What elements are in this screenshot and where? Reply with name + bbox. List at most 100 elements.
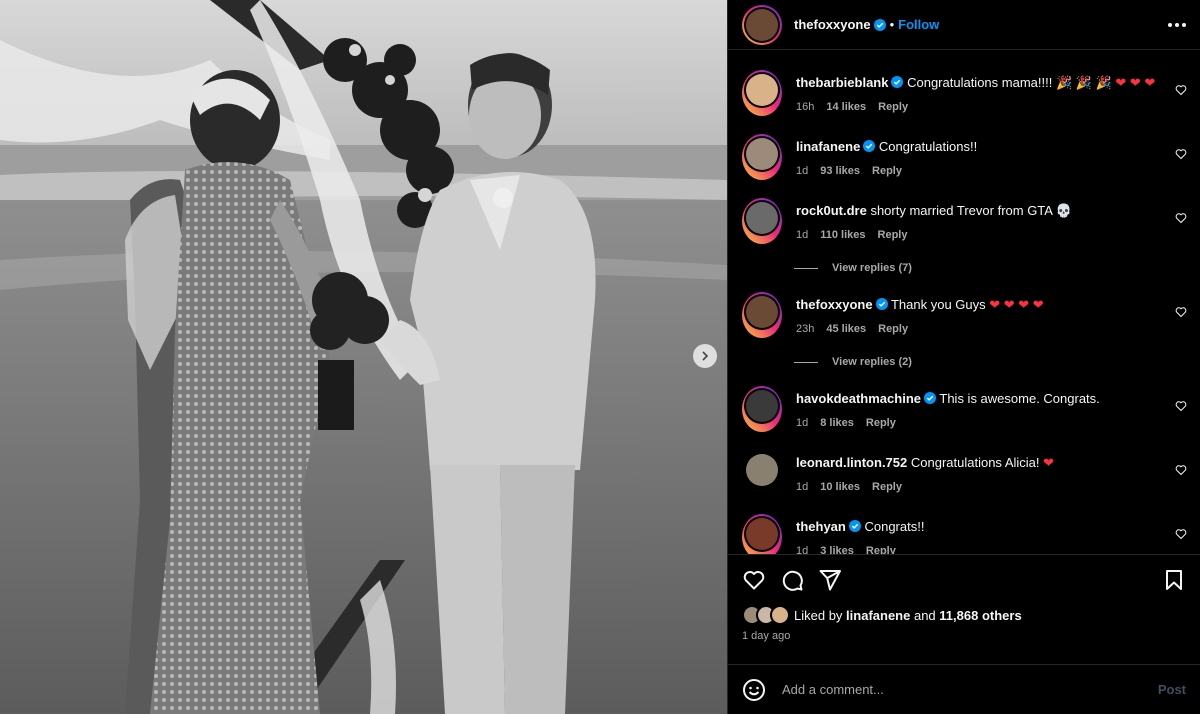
verified-badge-icon [891, 76, 904, 88]
comment-text: Congratulations mama!!!! 🎉 🎉 🎉 [907, 75, 1112, 90]
comment-avatar-ring[interactable] [742, 292, 782, 338]
reply-button[interactable]: Reply [878, 320, 908, 338]
comment-item: thefoxxyone Thank you Guys ❤ ❤ ❤ ❤ 23h 45… [742, 292, 1200, 338]
emoji-smiley-icon[interactable] [742, 678, 766, 702]
add-comment-bar: Post [728, 664, 1200, 714]
wedding-photo-illustration [0, 0, 727, 714]
comment-likes[interactable]: 110 likes [820, 226, 865, 244]
comment-username[interactable]: rock0ut.dre [796, 203, 867, 218]
comment-likes[interactable]: 10 likes [820, 478, 860, 496]
view-replies-label[interactable]: View replies (2) [832, 356, 912, 368]
avatar[interactable] [746, 390, 778, 422]
avatar[interactable] [746, 454, 778, 486]
like-comment-heart-icon[interactable] [1175, 212, 1187, 224]
comment-item: thehyan Congrats!! 1d 3 likes Reply [742, 514, 1200, 554]
replies-divider [794, 361, 818, 363]
comment-likes[interactable]: 93 likes [820, 162, 860, 180]
comment-username[interactable]: thehyan [796, 519, 846, 534]
comment-avatar-ring[interactable] [742, 70, 782, 116]
view-replies-button[interactable]: View replies (2) [794, 356, 1200, 368]
comment-likes[interactable]: 3 likes [820, 542, 854, 554]
comment-likes[interactable]: 8 likes [820, 414, 854, 432]
comment-time[interactable]: 1d [796, 542, 808, 554]
heart-emojis: ❤ ❤ ❤ [1115, 75, 1156, 90]
verified-badge-icon [863, 140, 876, 152]
chevron-right-icon [702, 351, 709, 361]
reply-button[interactable]: Reply [878, 98, 908, 116]
comment-username[interactable]: thebarbieblank [796, 75, 888, 90]
view-replies-button[interactable]: View replies (7) [794, 262, 1200, 274]
avatar[interactable] [746, 138, 778, 170]
comment-time[interactable]: 1d [796, 162, 808, 180]
comment-text: Congratulations!! [878, 139, 978, 154]
comment-bubble-icon[interactable] [780, 568, 804, 592]
reply-button[interactable]: Reply [872, 478, 902, 496]
reply-button[interactable]: Reply [866, 542, 896, 554]
comment-username[interactable]: havokdeathmachine [796, 391, 921, 406]
follow-button[interactable]: Follow [898, 17, 939, 32]
comment-text: Congratulations Alicia! [910, 455, 1040, 470]
likes-summary: Liked by linafanene and 11,868 others [728, 604, 1200, 626]
comment-item: rock0ut.dre shorty married Trevor from G… [742, 198, 1200, 244]
author-avatar-ring[interactable] [742, 4, 782, 45]
post-date[interactable]: 1 day ago [728, 626, 1200, 650]
avatar[interactable] [746, 74, 778, 106]
post-photo[interactable] [0, 0, 727, 714]
comment-likes[interactable]: 45 likes [826, 320, 866, 338]
comment-avatar-ring[interactable] [742, 386, 782, 432]
like-comment-heart-icon[interactable] [1175, 400, 1187, 412]
avatar[interactable] [746, 202, 778, 234]
avatar[interactable] [770, 605, 790, 625]
liked-by-joiner: and [913, 607, 936, 623]
avatar[interactable] [746, 518, 778, 550]
author-avatar[interactable] [746, 8, 778, 41]
like-comment-heart-icon[interactable] [1175, 84, 1187, 96]
liker-avatars[interactable] [742, 605, 790, 625]
comment-avatar-ring[interactable] [742, 198, 782, 244]
comment-time[interactable]: 1d [796, 478, 808, 496]
post-header: thefoxxyone • Follow [728, 0, 1200, 50]
view-replies-label[interactable]: View replies (7) [832, 262, 912, 274]
instagram-post-modal: thefoxxyone • Follow thebarbieblank Cong… [0, 0, 1200, 714]
like-comment-heart-icon[interactable] [1175, 306, 1187, 318]
comment-avatar-wrap[interactable] [742, 450, 782, 496]
more-options-dot [1175, 22, 1179, 27]
more-options-icon [1168, 22, 1172, 27]
replies-divider [794, 267, 818, 269]
comment-input[interactable] [782, 682, 1158, 697]
reply-button[interactable]: Reply [866, 414, 896, 432]
reply-button[interactable]: Reply [872, 162, 902, 180]
avatar[interactable] [746, 296, 778, 328]
post-comment-button[interactable]: Post [1158, 682, 1186, 697]
comment-time[interactable]: 1d [796, 414, 808, 432]
comment-avatar-ring[interactable] [742, 134, 782, 180]
comments-list[interactable]: thebarbieblank Congratulations mama!!!! … [728, 50, 1200, 554]
reply-button[interactable]: Reply [878, 226, 908, 244]
like-comment-heart-icon[interactable] [1175, 528, 1187, 540]
post-side-panel: thefoxxyone • Follow thebarbieblank Cong… [727, 0, 1200, 714]
comment-time[interactable]: 16h [796, 98, 814, 116]
like-heart-icon[interactable] [742, 568, 766, 592]
like-comment-heart-icon[interactable] [1175, 464, 1187, 476]
comment-username[interactable]: thefoxxyone [796, 297, 873, 312]
comment-avatar-ring[interactable] [742, 514, 782, 554]
liked-by-user[interactable]: linafanene [846, 608, 910, 623]
comment-text: shorty married Trevor from GTA 💀 [870, 203, 1073, 218]
comment-likes[interactable]: 14 likes [826, 98, 866, 116]
comment-username[interactable]: leonard.linton.752 [796, 455, 907, 470]
comment-time[interactable]: 1d [796, 226, 808, 244]
liked-by-prefix: Liked by [794, 607, 843, 623]
comment-username[interactable]: linafanene [796, 139, 860, 154]
comment-time[interactable]: 23h [796, 320, 814, 338]
share-send-icon[interactable] [818, 568, 842, 592]
save-bookmark-icon[interactable] [1162, 568, 1186, 592]
more-options-dot [1182, 22, 1186, 27]
heart-emojis: ❤ ❤ ❤ ❤ [989, 297, 1044, 312]
like-comment-heart-icon[interactable] [1175, 148, 1187, 160]
verified-badge-icon [873, 18, 886, 31]
liked-by-others[interactable]: 11,868 others [939, 608, 1021, 623]
comment-item: leonard.linton.752 Congratulations Alici… [742, 450, 1200, 496]
author-username[interactable]: thefoxxyone [794, 17, 871, 32]
more-options-button[interactable] [1168, 22, 1186, 27]
next-photo-button[interactable] [693, 344, 717, 368]
